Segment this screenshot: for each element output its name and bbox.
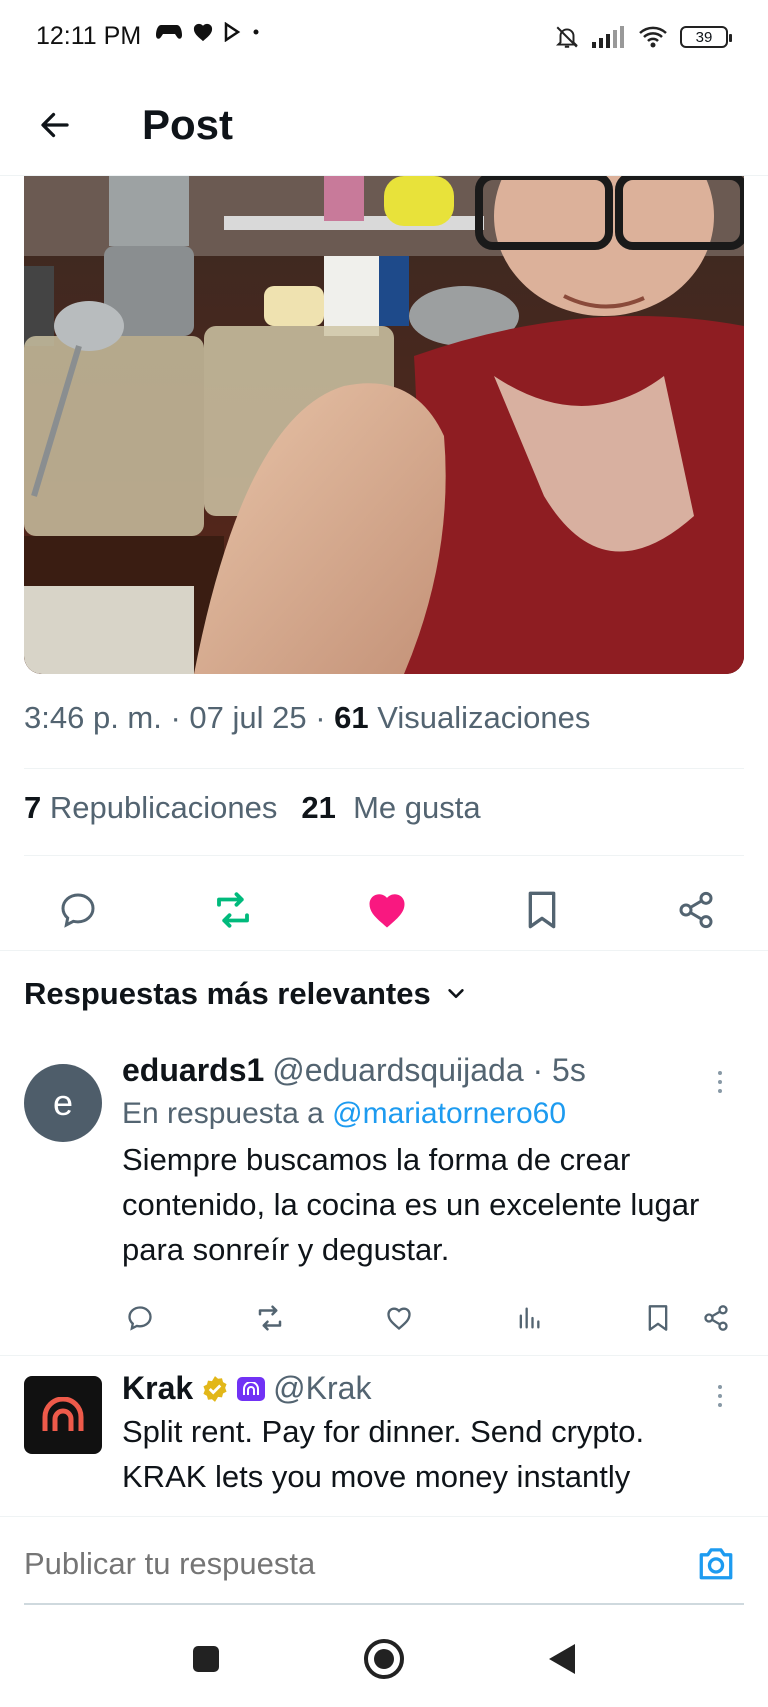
reply-author-name[interactable]: Krak [122,1370,193,1407]
verified-gold-badge-icon [203,1375,227,1402]
camera-button[interactable] [694,1541,738,1585]
arrow-left-icon [41,112,69,138]
back-nav-button[interactable] [538,1635,586,1683]
play-store-icon [224,22,241,42]
reply-header: Krak @Krak [122,1370,722,1407]
circle-icon [364,1638,404,1679]
composer-underline [24,1603,744,1605]
post-stats: 7 Republicaciones 21 Me gusta [24,790,481,826]
avatar[interactable]: e [24,1064,102,1142]
krak-logo-icon [42,1397,84,1431]
comment-icon [61,893,95,928]
share-icon [704,1305,728,1331]
replies-sort-label: Respuestas más relevantes [24,976,431,1011]
views-count: 61 [334,700,369,735]
reply-author-handle: @eduardsquijada · 5s [272,1052,586,1088]
reply-secondary-actions [640,1300,734,1336]
share-icon [679,891,713,929]
affiliate-badge-icon [237,1376,266,1401]
reply-header: eduards1 @eduardsquijada · 5s [122,1052,722,1089]
reply-item[interactable]: e eduards1 @eduardsquijada · 5s En respu… [0,1052,768,1352]
camera-icon [699,1548,733,1580]
reply-body: eduards1 @eduardsquijada · 5s En respues… [122,1052,722,1272]
reposts-label: Republicaciones [49,790,278,825]
reply-text: Split rent. Pay for dinner. Send crypto.… [122,1414,645,1494]
post-image[interactable] [24,176,744,674]
square-icon [193,1645,219,1672]
system-navigation-bar [0,1610,768,1707]
page-title: Post [142,101,234,148]
post-timestamp: 3:46 p. m. · 07 jul 25 · [24,700,335,735]
post-image-illustration [24,176,744,674]
reply-bookmark-button[interactable] [640,1300,676,1336]
status-notification-icons [156,22,260,42]
reply-composer [0,1516,768,1606]
views-label: Visualizaciones [377,700,591,735]
heart-status-icon [193,23,213,42]
like-button[interactable] [363,886,411,934]
top-app-bar: Post [0,78,768,176]
promoted-reply-item[interactable]: Krak @Krak Split rent. Pay for dinner. S… [0,1370,768,1516]
reply-button[interactable] [54,886,102,934]
triangle-back-icon [549,1643,575,1674]
more-options-button[interactable] [710,1376,730,1416]
reply-author-handle: @Krak [273,1370,372,1406]
divider [24,855,744,856]
likes-stat[interactable]: 21 Me gusta [301,790,480,826]
reposts-stat[interactable]: 7 Republicaciones [24,790,277,826]
reposts-count: 7 [24,790,42,825]
status-bar: 12:11 PM 39 [0,0,768,78]
status-time: 12:11 PM [36,22,142,50]
reply-views-button[interactable] [511,1300,547,1336]
repost-icon [258,1305,281,1331]
reply-text: Siempre buscamos la forma de crear conte… [122,1142,700,1267]
divider [0,1355,768,1356]
reply-author-name[interactable]: eduards1 [122,1052,264,1089]
repost-icon [216,892,249,928]
repost-button[interactable] [209,886,257,934]
battery-indicator: 39 [680,26,732,48]
mention-link[interactable]: @mariatornero60 [332,1097,566,1130]
reply-input[interactable] [24,1539,664,1589]
game-controller-icon [156,25,182,39]
comment-icon [128,1306,152,1331]
reply-comment-button[interactable] [122,1300,158,1336]
bookmark-icon [528,891,555,929]
chevron-down-icon [447,989,464,999]
home-button[interactable] [360,1635,408,1683]
in-reply-to: En respuesta a @mariatornero60 [122,1097,567,1130]
recents-button[interactable] [182,1635,230,1683]
likes-label: Me gusta [353,790,481,825]
likes-count: 21 [301,790,336,825]
more-options-button[interactable] [710,1062,730,1102]
replies-sort-dropdown[interactable]: Respuestas más relevantes [24,976,467,1012]
divider [24,768,744,769]
wifi-icon [639,26,667,48]
bookmark-button[interactable] [518,886,566,934]
bookmark-icon [648,1305,668,1331]
divider [0,950,768,951]
back-button[interactable] [30,100,80,150]
muted-bell-icon [555,26,579,48]
krak-logo[interactable] [24,1376,102,1454]
reply-actions [122,1298,734,1338]
reply-like-button[interactable] [381,1300,417,1336]
share-button[interactable] [672,886,720,934]
post-actions [24,868,744,952]
reply-share-button[interactable] [698,1300,734,1336]
signal-icon [592,26,624,48]
heart-filled-icon [369,894,405,928]
dot-icon [253,29,259,35]
reply-body: Krak @Krak Split rent. Pay for dinner. S… [122,1370,722,1499]
reply-repost-button[interactable] [252,1300,288,1336]
heart-outline-icon [387,1307,411,1331]
analytics-icon [519,1307,539,1329]
status-system-icons: 39 [554,24,732,50]
post-meta: 3:46 p. m. · 07 jul 25 · 61 Visualizacio… [24,700,590,736]
